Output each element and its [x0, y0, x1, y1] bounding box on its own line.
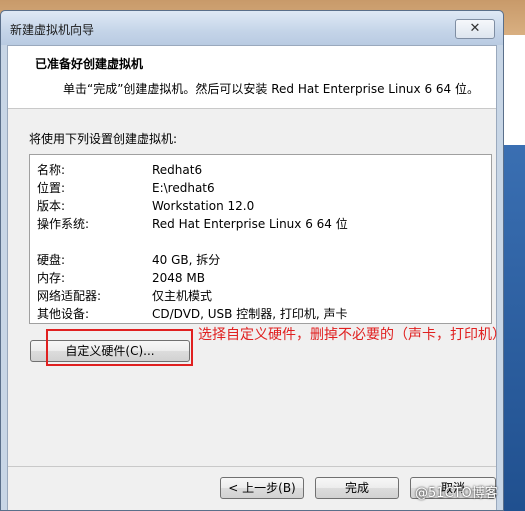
summary-key: 操作系统:: [37, 217, 90, 231]
summary-value: 2048 MB: [152, 271, 205, 285]
summary-value: Red Hat Enterprise Linux 6 64 位: [152, 217, 348, 231]
summary-key: 硬盘:: [37, 253, 66, 267]
settings-summary-box: 名称: Redhat6 位置: E:\redhat6 版本: Workstati…: [29, 154, 492, 324]
annotation-text: 选择自定义硬件，删掉不必要的（声卡，打印机）: [198, 327, 506, 343]
summary-value: 仅主机模式: [152, 289, 213, 303]
new-vm-wizard-window: 新建虚拟机向导 ✕ 已准备好创建虚拟机 单击“完成”创建虚拟机。然后可以安装 R…: [0, 10, 506, 511]
summary-value: CD/DVD, USB 控制器, 打印机, 声卡: [152, 307, 348, 321]
summary-key: 其他设备:: [37, 307, 90, 321]
title-bar[interactable]: 新建虚拟机向导 ✕: [1, 11, 503, 45]
close-button[interactable]: ✕: [455, 19, 495, 39]
summary-value: E:\redhat6: [152, 181, 215, 195]
wizard-body: 已准备好创建虚拟机 单击“完成”创建虚拟机。然后可以安装 Red Hat Ent…: [7, 45, 506, 510]
footer-divider: [8, 466, 496, 467]
back-button[interactable]: < 上一步(B): [220, 477, 304, 499]
summary-key: 网络适配器:: [37, 289, 102, 303]
summary-key: 位置:: [37, 181, 66, 195]
annotation-highlight-box: [46, 329, 193, 366]
wizard-header: 已准备好创建虚拟机 单击“完成”创建虚拟机。然后可以安装 Red Hat Ent…: [8, 46, 496, 109]
close-icon: ✕: [469, 21, 481, 36]
page-subtitle: 单击“完成”创建虚拟机。然后可以安装 Red Hat Enterprise Li…: [63, 82, 479, 96]
summary-value: 40 GB, 拆分: [152, 253, 221, 267]
summary-value: Workstation 12.0: [152, 199, 255, 213]
summary-value: Redhat6: [152, 163, 203, 177]
finish-button[interactable]: 完成: [315, 477, 399, 499]
page-title: 已准备好创建虚拟机: [35, 57, 144, 71]
summary-label: 将使用下列设置创建虚拟机:: [29, 132, 178, 146]
window-title: 新建虚拟机向导: [10, 23, 95, 37]
summary-key: 名称:: [37, 163, 66, 177]
watermark: @51CTO博客: [415, 486, 498, 501]
summary-key: 内存:: [37, 271, 66, 285]
summary-key: 版本:: [37, 199, 66, 213]
